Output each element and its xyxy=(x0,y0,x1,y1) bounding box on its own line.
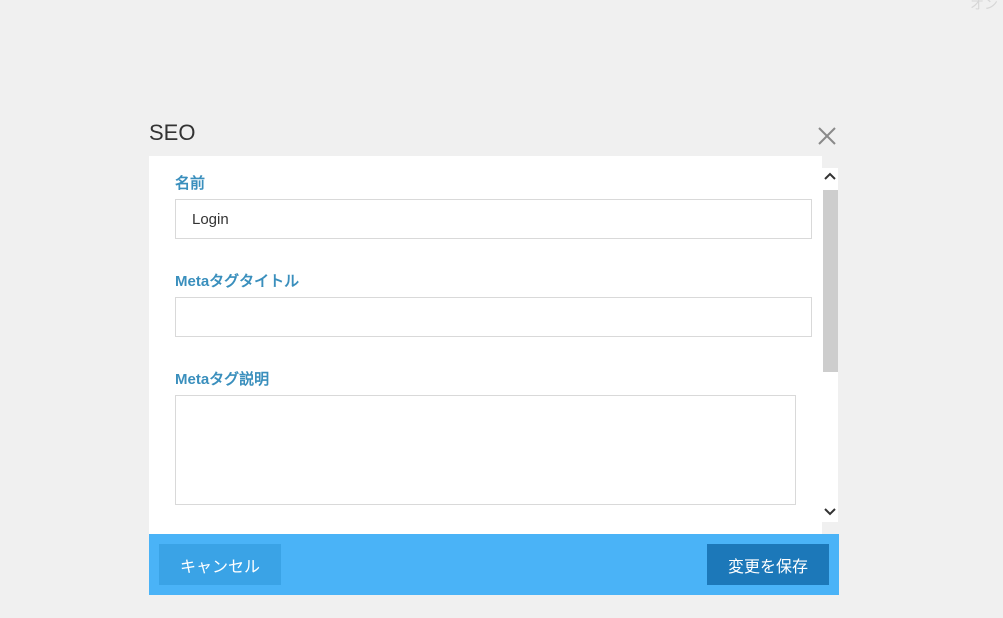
modal-body: 名前 Metaタグタイトル Metaタグ説明 xyxy=(149,156,822,534)
page: オン SEO 名前 Metaタグタイトル Metaタグ説明 キャンセル 変更 xyxy=(0,0,1003,618)
close-button[interactable] xyxy=(815,124,839,148)
modal-title: SEO xyxy=(149,120,196,145)
cancel-button[interactable]: キャンセル xyxy=(159,544,281,585)
chevron-down-icon xyxy=(824,508,836,516)
close-icon xyxy=(818,127,836,145)
scroll-thumb[interactable] xyxy=(823,190,838,372)
background-text-fragment: オン xyxy=(970,0,998,12)
scroll-down-button[interactable] xyxy=(822,504,838,520)
chevron-up-icon xyxy=(824,172,836,180)
save-changes-button[interactable]: 変更を保存 xyxy=(707,544,829,585)
modal-scrollbar[interactable] xyxy=(822,168,838,522)
name-label: 名前 xyxy=(175,175,206,192)
meta-description-label: Metaタグ説明 xyxy=(175,371,270,388)
meta-description-textarea[interactable] xyxy=(175,395,796,505)
scroll-up-button[interactable] xyxy=(822,168,838,184)
name-input[interactable] xyxy=(175,199,812,239)
meta-title-label: Metaタグタイトル xyxy=(175,273,300,290)
modal-footer: キャンセル 変更を保存 xyxy=(149,534,839,595)
meta-title-input[interactable] xyxy=(175,297,812,337)
